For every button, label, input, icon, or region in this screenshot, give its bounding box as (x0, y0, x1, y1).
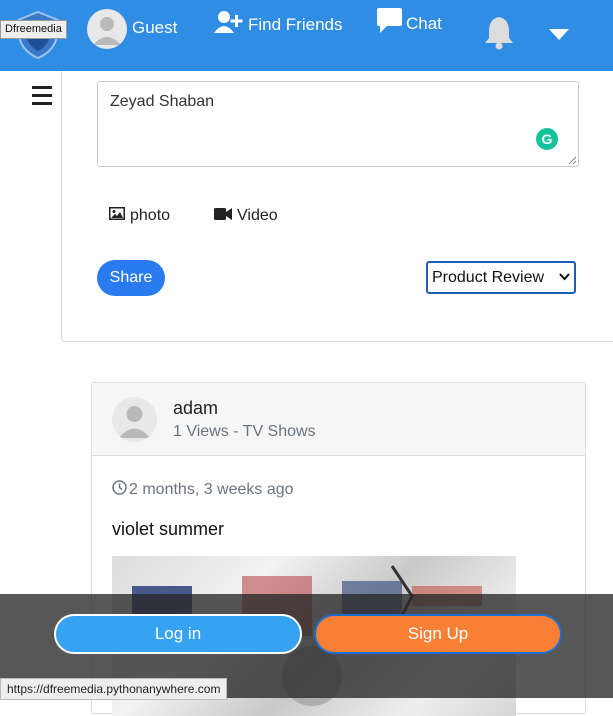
logo-tooltip: Dfreemedia (0, 20, 67, 39)
user-name-link[interactable]: Guest (132, 18, 177, 38)
post-title[interactable]: violet summer (112, 519, 224, 540)
bell-icon[interactable] (482, 14, 516, 55)
status-bar-url: https://dfreemedia.pythonanywhere.com (0, 678, 228, 700)
chat-bubble-icon (377, 8, 402, 39)
user-plus-icon (214, 10, 244, 39)
chat-link[interactable]: Chat (377, 8, 442, 39)
photo-label: photo (130, 207, 171, 224)
post-meta: 1 Views - TV Shows (173, 423, 316, 440)
video-camera-icon (214, 207, 232, 225)
chevron-down-icon (559, 273, 570, 281)
post-timestamp: 2 months, 3 weeks ago (112, 480, 294, 500)
post-text-value: Zeyad Shaban (110, 93, 215, 110)
signup-button[interactable]: Sign Up (314, 614, 562, 654)
grammarly-icon[interactable]: G (536, 128, 558, 150)
user-avatar-icon[interactable] (87, 9, 127, 49)
post-text-input[interactable]: Zeyad Shaban G (97, 81, 579, 167)
top-navbar: Dfreemedia Guest Find Friends Chat (0, 0, 613, 71)
resize-handle-icon[interactable] (568, 156, 577, 165)
chat-label: Chat (406, 13, 442, 33)
post-header: adam 1 Views - TV Shows (92, 383, 585, 456)
login-button[interactable]: Log in (54, 614, 302, 654)
author-avatar-icon[interactable] (112, 397, 157, 442)
find-friends-link[interactable]: Find Friends (214, 10, 342, 39)
image-icon (109, 207, 125, 225)
clock-icon (112, 480, 127, 500)
post-type-value: Product Review (432, 269, 545, 286)
hamburger-icon[interactable] (32, 86, 52, 106)
time-ago-text: 2 months, 3 weeks ago (129, 481, 294, 498)
video-label: Video (237, 207, 278, 224)
caret-down-icon[interactable] (549, 28, 569, 46)
find-friends-label: Find Friends (248, 14, 343, 34)
post-type-select[interactable]: Product Review (426, 261, 576, 294)
add-photo-button[interactable]: photo (109, 207, 170, 225)
post-author[interactable]: adam (173, 398, 218, 419)
add-video-button[interactable]: Video (214, 207, 278, 225)
share-button[interactable]: Share (97, 260, 165, 296)
